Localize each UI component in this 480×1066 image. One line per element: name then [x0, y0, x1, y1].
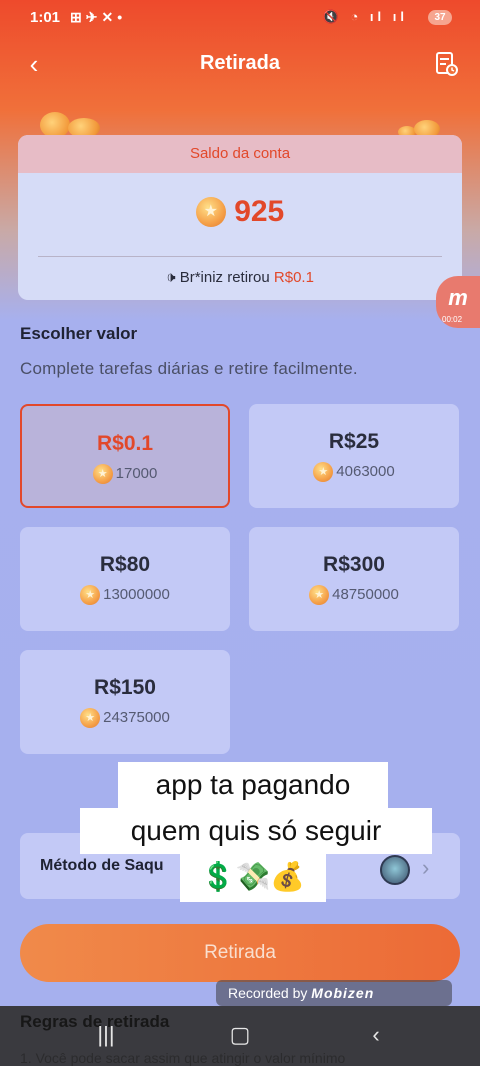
- battery-icon: 37: [428, 10, 452, 25]
- coin-icon: [80, 585, 101, 605]
- status-bar: 1:01 ⊞✈✕• 🔇 ◔ ıl ıl 37: [0, 0, 480, 36]
- option-price: R$0.1: [96, 432, 154, 455]
- amount-option[interactable]: R$150 24375000: [20, 650, 230, 754]
- notification-icons: ⊞✈✕•: [70, 9, 127, 25]
- status-time: 1:01: [30, 9, 61, 26]
- option-coins: 17000: [22, 464, 228, 484]
- amount-option[interactable]: R$80 13000000: [20, 527, 230, 631]
- history-icon[interactable]: [432, 50, 460, 78]
- chevron-right-icon: ›: [422, 855, 430, 880]
- watermark-prefix: Recorded by: [228, 985, 312, 1001]
- balance-row: 925: [18, 195, 462, 229]
- watermark-brand: Mobizen: [311, 985, 375, 1001]
- caption-emoji: 💲💸💰: [180, 854, 326, 902]
- amount-option[interactable]: R$300 48750000: [249, 527, 459, 631]
- option-price: R$300: [323, 553, 385, 576]
- page-title: Retirada: [199, 52, 281, 74]
- recorder-float-button[interactable]: m 00:02: [436, 276, 480, 328]
- option-coins-value: 4063000: [336, 462, 395, 480]
- amount-option[interactable]: R$0.1 17000: [20, 404, 230, 508]
- divider: [38, 256, 442, 257]
- section-title: Escolher valor: [20, 324, 138, 343]
- withdraw-button[interactable]: Retirada: [20, 924, 460, 982]
- recorder-watermark: Recorded by Mobizen: [216, 980, 452, 1006]
- rules-text: 1. Você pode sacar assim que atingir o v…: [20, 1050, 346, 1066]
- home-icon[interactable]: ▢: [220, 1022, 260, 1052]
- option-coins: 24375000: [20, 708, 230, 728]
- option-price: R$25: [328, 430, 380, 453]
- caption-line: quem quis só seguir: [80, 808, 432, 854]
- balance-value: 925: [234, 195, 285, 228]
- notice-text: Br*iniz retirou: [179, 269, 274, 286]
- option-coins: 13000000: [20, 585, 230, 605]
- speaker-icon: 🕩: [166, 269, 176, 286]
- caption-line: app ta pagando: [118, 762, 388, 808]
- coin-icon: [313, 462, 334, 482]
- withdraw-notice: 🕩 Br*iniz retirou R$0.1: [18, 269, 462, 286]
- top-bar: ‹ Retirada: [0, 44, 480, 84]
- section-description: Complete tarefas diárias e retire facilm…: [20, 359, 358, 378]
- option-coins-value: 17000: [115, 464, 158, 482]
- coin-icon: [80, 708, 101, 728]
- option-coins-value: 24375000: [103, 708, 170, 726]
- balance-heading: Saldo da conta: [18, 135, 462, 173]
- coin-icon: [92, 464, 113, 484]
- option-coins: 48750000: [249, 585, 459, 605]
- system-back-icon[interactable]: ‹: [356, 1022, 396, 1052]
- balance-card: Saldo da conta 925 🕩 Br*iniz retirou R$0…: [18, 135, 462, 300]
- option-price: R$80: [99, 553, 151, 576]
- option-coins: 4063000: [249, 462, 459, 482]
- option-coins-value: 48750000: [332, 585, 399, 603]
- option-coins-value: 13000000: [103, 585, 170, 603]
- signal-icons: 🔇 ◔ ıl ıl: [322, 9, 408, 24]
- notice-amount: R$0.1: [273, 269, 314, 286]
- payment-method-icon: [380, 855, 410, 885]
- amount-option[interactable]: R$25 4063000: [249, 404, 459, 508]
- option-price: R$150: [94, 676, 156, 699]
- coin-icon: [309, 585, 330, 605]
- recorder-timer: 00:02: [442, 315, 463, 324]
- method-label: Método de Saqu: [40, 857, 164, 874]
- coin-icon: [195, 197, 226, 227]
- recent-apps-icon[interactable]: |||: [86, 1022, 126, 1052]
